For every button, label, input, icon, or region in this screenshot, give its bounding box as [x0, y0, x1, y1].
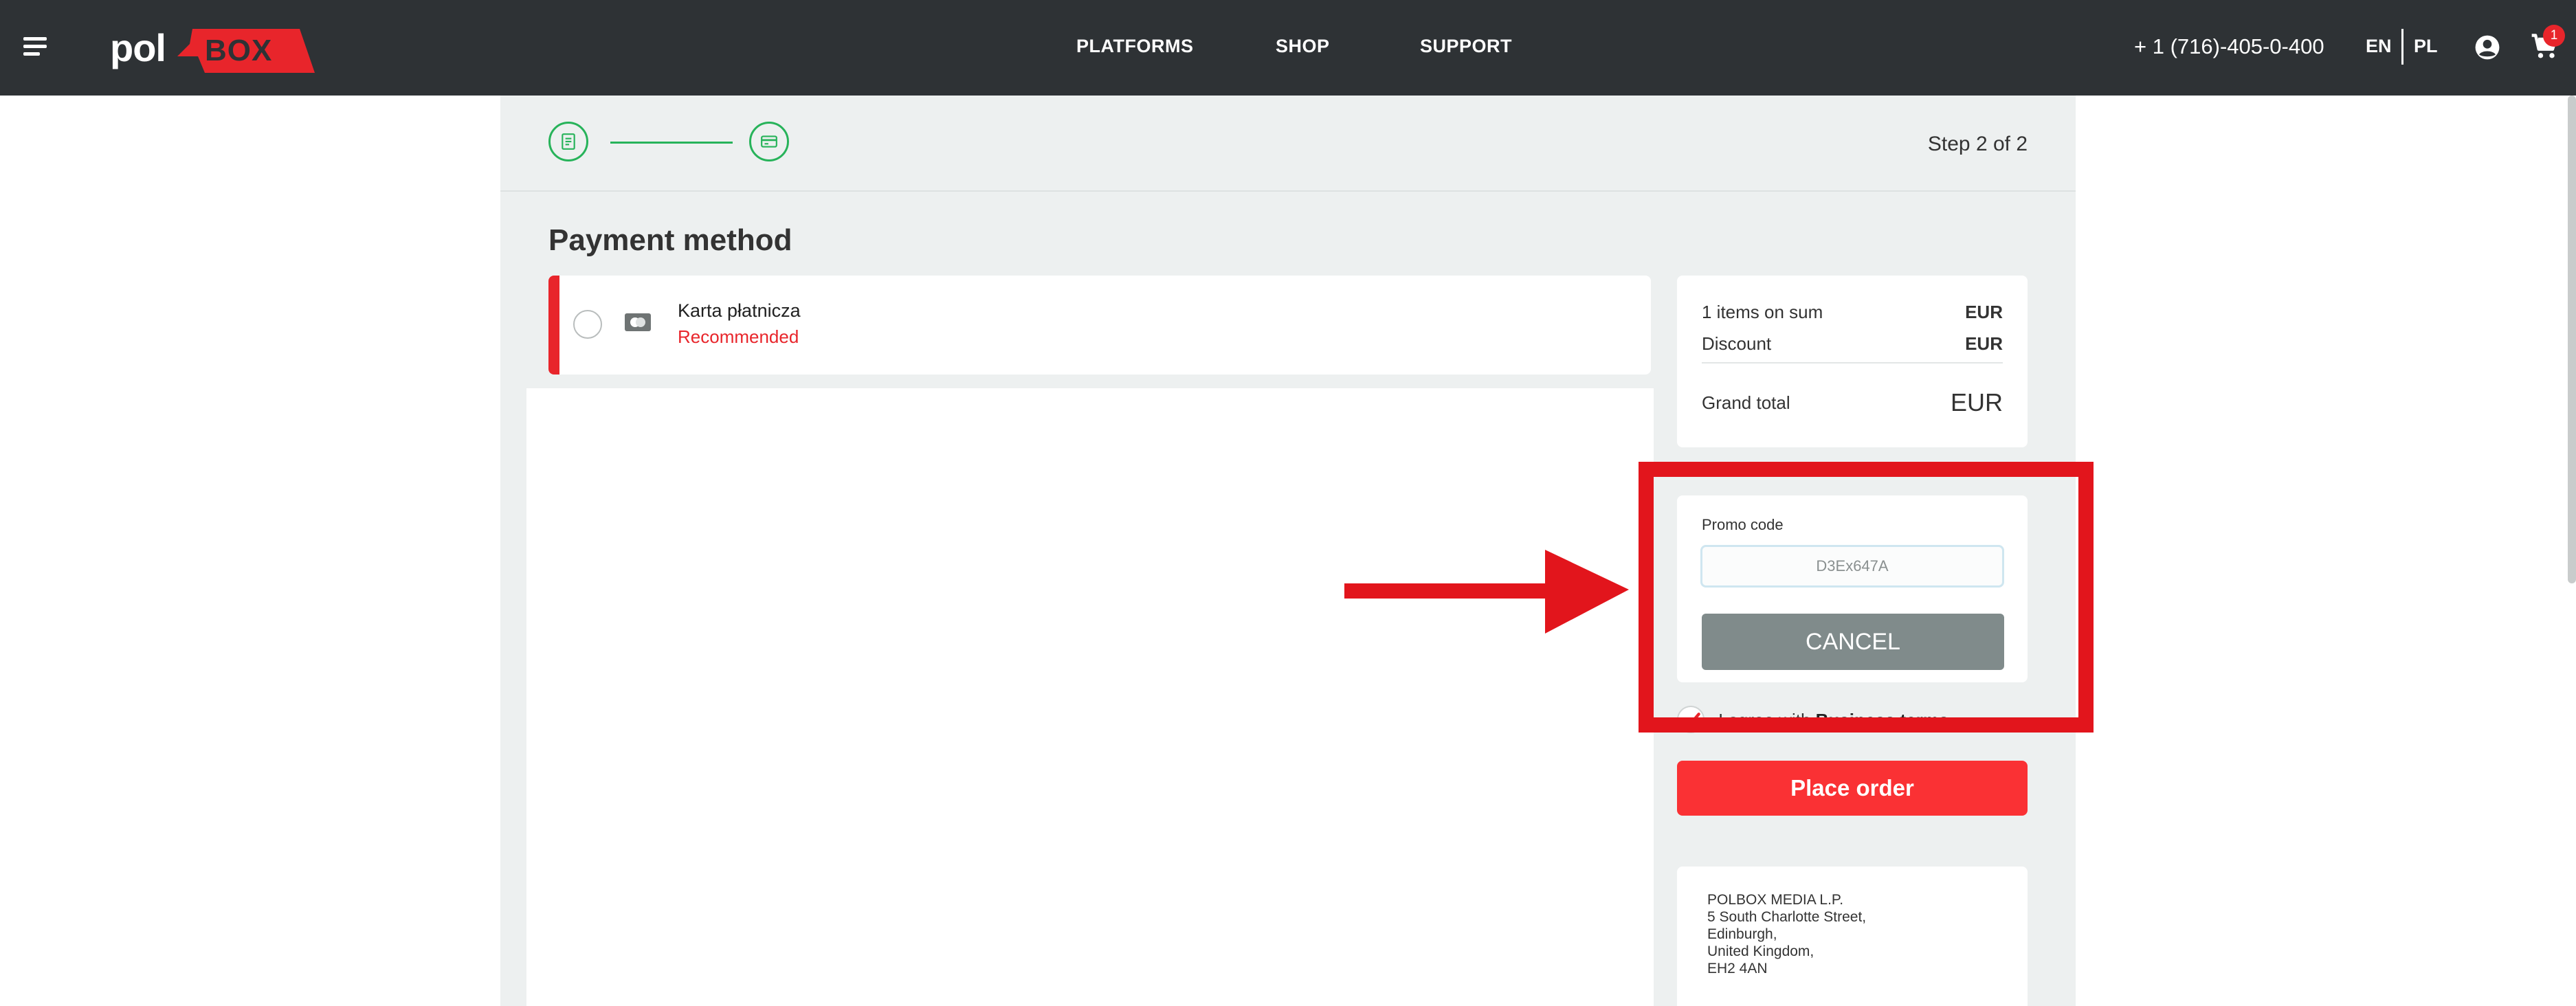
- payment-method-card[interactable]: Karta płatnicza Recommended: [548, 276, 1651, 375]
- payment-method-radio[interactable]: [573, 310, 602, 339]
- nav-link-shop[interactable]: SHOP: [1276, 36, 1330, 57]
- payment-method-recommended: Recommended: [678, 326, 799, 347]
- payment-details-area: [526, 388, 1654, 1006]
- logo-box-badge: BOX: [177, 29, 315, 73]
- payment-method-accent: [548, 276, 559, 375]
- summary-items-label: 1 items on sum: [1702, 302, 1823, 322]
- payment-method-name: Karta płatnicza: [678, 300, 801, 321]
- company-line-street: 5 South Charlotte Street,: [1707, 909, 1867, 925]
- company-line-name: POLBOX MEDIA L.P.: [1707, 892, 1844, 908]
- receipt-icon: [562, 133, 575, 150]
- place-order-button[interactable]: Place order: [1677, 761, 2028, 816]
- step-2-payment: [749, 122, 789, 161]
- summary-discount-value: EUR: [1965, 333, 2003, 354]
- language-en[interactable]: EN: [2366, 36, 2392, 57]
- summary-divider: [1702, 362, 2003, 364]
- company-line-postcode: EH2 4AN: [1707, 961, 1768, 976]
- step-1-receipt: [548, 122, 588, 161]
- step-indicator-text: Step 2 of 2: [1927, 133, 2028, 155]
- user-icon[interactable]: [2474, 34, 2500, 60]
- summary-items-value: EUR: [1965, 302, 2003, 322]
- summary-discount-row: Discount EUR: [1702, 333, 2003, 355]
- grand-total-label: Grand total: [1702, 392, 1790, 413]
- order-summary: 1 items on sum EUR Discount EUR Grand to…: [1677, 276, 2028, 447]
- cart-count-badge: 1: [2543, 25, 2565, 47]
- company-line-country: United Kingdom,: [1707, 943, 1814, 959]
- nav-link-support[interactable]: SUPPORT: [1420, 36, 1512, 57]
- annotation-highlight-box: [1639, 462, 2094, 733]
- annotation-arrow-icon: [1344, 550, 1629, 634]
- language-divider: [2401, 29, 2403, 65]
- logo-text-pol: pol: [110, 26, 166, 69]
- summary-grand-total-row: Grand total EUR: [1702, 388, 2003, 416]
- summary-discount-label: Discount: [1702, 333, 1772, 354]
- summary-items-row: 1 items on sum EUR: [1702, 302, 2003, 323]
- logo-text-box: BOX: [205, 34, 273, 67]
- page-title: Payment method: [548, 223, 792, 257]
- nav-link-platforms[interactable]: PLATFORMS: [1076, 36, 1193, 57]
- hamburger-menu-icon[interactable]: [23, 37, 47, 56]
- company-line-city: Edinburgh,: [1707, 926, 1777, 942]
- grand-total-value: EUR: [1950, 388, 2003, 416]
- step-connector: [610, 142, 733, 144]
- step-progress-bar: Step 2 of 2: [500, 96, 2076, 192]
- payment-card-icon: [625, 313, 651, 331]
- language-pl[interactable]: PL: [2414, 36, 2438, 57]
- phone-number[interactable]: + 1 (716)-405-0-400: [2134, 34, 2324, 59]
- credit-card-icon: [761, 135, 777, 148]
- top-navigation: pol BOX PLATFORMS SHOP SUPPORT + 1 (716)…: [0, 0, 2576, 96]
- company-address-card: POLBOX MEDIA L.P. 5 South Charlotte Stre…: [1677, 867, 2028, 1006]
- page-scrollbar[interactable]: [2568, 96, 2576, 583]
